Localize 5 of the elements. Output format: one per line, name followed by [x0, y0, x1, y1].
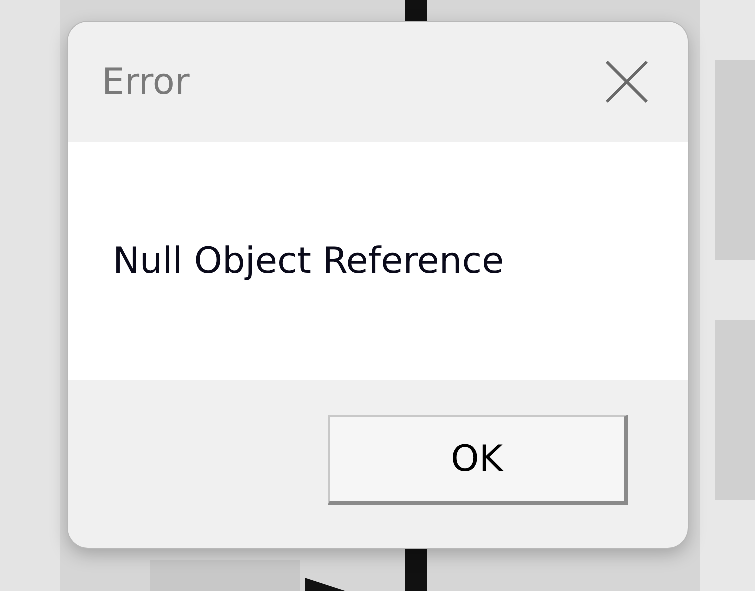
close-icon	[605, 60, 649, 104]
close-button[interactable]	[604, 59, 650, 105]
dialog-title: Error	[102, 62, 190, 102]
error-message: Null Object Reference	[113, 240, 504, 282]
ok-button[interactable]: OK	[328, 415, 628, 505]
